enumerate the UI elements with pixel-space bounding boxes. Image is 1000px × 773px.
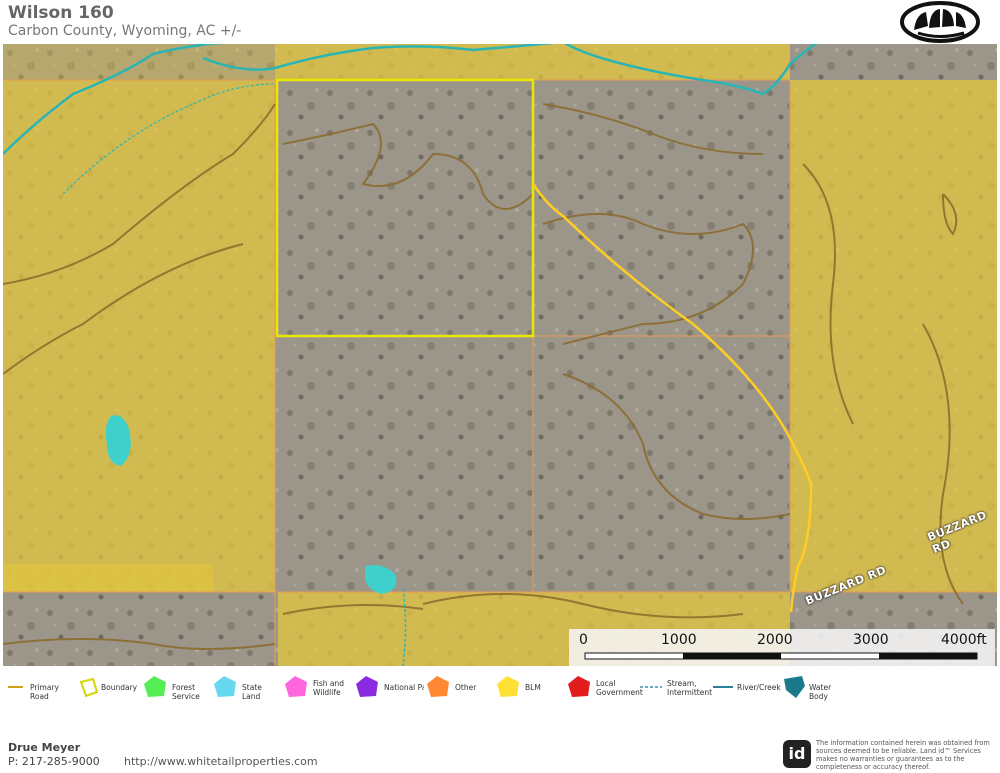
scale-tick-2000: 2000	[757, 632, 793, 648]
blm-polygon-icon	[497, 676, 519, 697]
land-id-logo: id	[783, 740, 811, 768]
legend-label: Fish and Wildlife	[313, 679, 345, 697]
map-header: Wilson 160 Carbon County, Wyoming, AC +/…	[0, 0, 1000, 44]
aerial-map[interactable]: BUZZARD RD BUZZARD RD 0 1000 2000 3000 4…	[3, 44, 997, 666]
website-link[interactable]: http://www.whitetailproperties.com	[124, 755, 318, 768]
legend-label: Local Government	[596, 679, 643, 697]
page-title: Wilson 160	[8, 3, 114, 23]
scale-tick-4000: 4000ft	[941, 632, 987, 648]
forest-service-polygon-icon	[144, 676, 166, 697]
scale-tick-0: 0	[579, 632, 588, 648]
stream-intermittent-line-icon	[640, 686, 662, 688]
water-body-polygon-icon	[784, 676, 805, 698]
legend-label: Other	[455, 683, 477, 692]
map-legend: Primary Road Boundary Forest Service Sta…	[0, 668, 1000, 706]
river-creek-line-icon	[713, 686, 733, 688]
map-canvas	[3, 44, 997, 666]
page-subtitle: Carbon County, Wyoming, AC +/-	[8, 23, 242, 39]
legend-label: Primary Road	[30, 683, 59, 701]
scale-bar-graphic	[584, 652, 978, 660]
national-park-polygon-icon	[356, 676, 378, 697]
whitetail-properties-logo	[900, 1, 980, 43]
fish-wildlife-polygon-icon	[285, 676, 307, 697]
agent-phone: P: 217-285-9000	[8, 755, 100, 768]
local-government-polygon-icon	[568, 676, 590, 697]
disclaimer: The information contained herein was obt…	[816, 739, 990, 771]
land-id-logo-text: id	[788, 744, 806, 763]
other-polygon-icon	[427, 676, 449, 697]
scale-tick-3000: 3000	[853, 632, 889, 648]
legend-label: Forest Service	[172, 683, 200, 701]
scale-bar: 0 1000 2000 3000 4000ft	[569, 629, 995, 666]
legend-label: River/Creek	[737, 683, 781, 692]
agent-name: Drue Meyer	[8, 741, 81, 754]
state-land-polygon-icon	[214, 676, 236, 697]
legend-label: Water Body	[809, 683, 832, 701]
legend-label: Boundary	[101, 683, 138, 692]
legend-label: State Land	[242, 683, 262, 701]
legend-label: Stream, Intermittent	[667, 679, 713, 697]
scale-tick-1000: 1000	[661, 632, 697, 648]
legend-label: BLM	[525, 683, 541, 692]
legend-label: National Park	[384, 683, 424, 692]
